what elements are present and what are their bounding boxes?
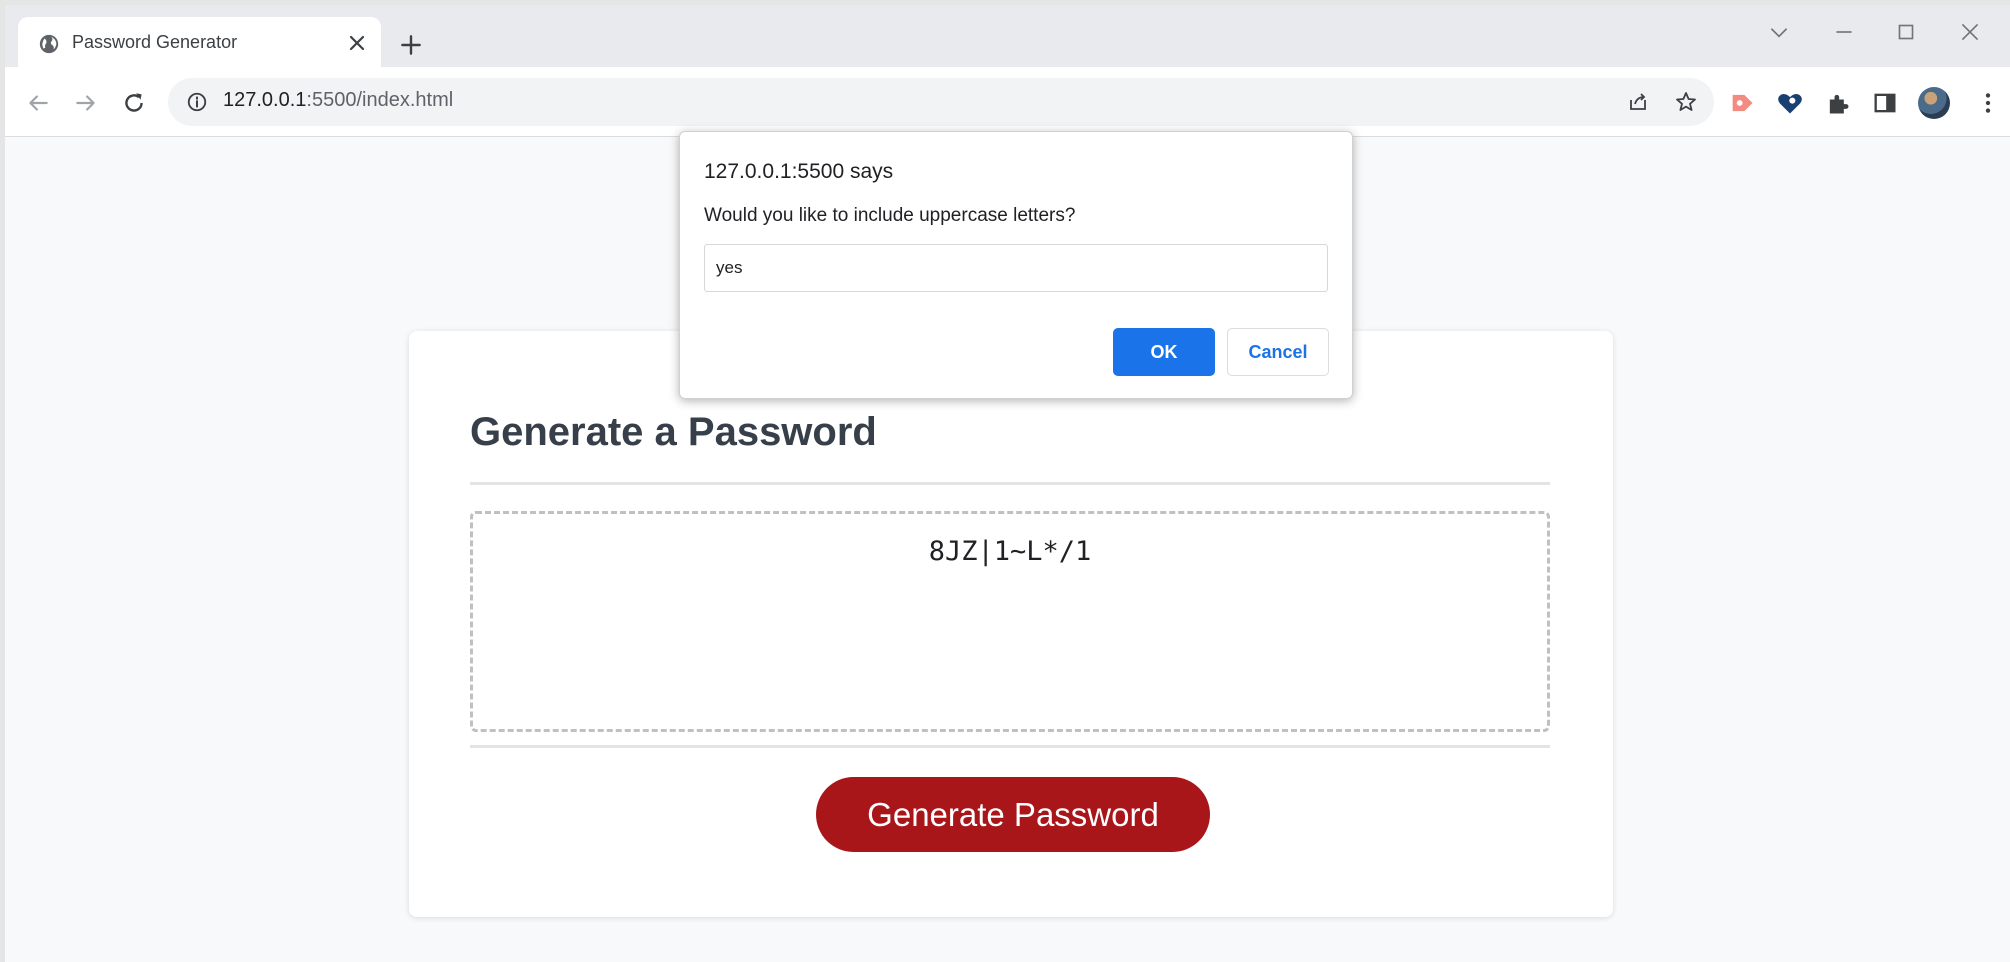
address-bar[interactable]: 127.0.0.1:5500/index.html	[168, 78, 1714, 126]
password-text: 8JZ|1~L*/1	[928, 536, 1092, 567]
dialog-input[interactable]	[704, 244, 1328, 292]
password-manager-extension-icon[interactable]	[1776, 89, 1804, 117]
side-panel-icon[interactable]	[1871, 89, 1899, 117]
profile-avatar[interactable]	[1918, 87, 1950, 119]
ok-button[interactable]: OK	[1113, 328, 1215, 376]
share-icon[interactable]	[1626, 90, 1650, 114]
reload-icon[interactable]	[121, 90, 147, 116]
generate-password-button[interactable]: Generate Password	[816, 777, 1210, 852]
close-icon[interactable]	[345, 31, 369, 55]
new-tab-icon[interactable]	[398, 32, 424, 58]
url-host: 127.0.0.1	[223, 89, 307, 111]
back-icon[interactable]	[25, 90, 51, 116]
header-divider	[470, 482, 1550, 485]
site-info-icon[interactable]	[186, 91, 208, 113]
maximize-icon[interactable]	[1893, 19, 1919, 45]
forward-icon[interactable]	[73, 90, 99, 116]
password-card: Generate a Password 8JZ|1~L*/1 Generate …	[409, 331, 1613, 917]
tab-title: Password Generator	[72, 32, 238, 52]
tab-strip: Password Generator	[5, 5, 2010, 69]
globe-icon	[39, 34, 59, 54]
url-path: :5500/index.html	[306, 89, 454, 111]
browser-window: Password Generator 127.0.0.1:5500/index.…	[5, 5, 2010, 962]
cancel-button[interactable]: Cancel	[1227, 328, 1329, 376]
url-text[interactable]: 127.0.0.1:5500/index.html	[223, 89, 453, 112]
browser-toolbar: 127.0.0.1:5500/index.html	[5, 67, 2010, 137]
screen-recorder-extension-icon[interactable]	[1728, 89, 1756, 117]
tab-search-icon[interactable]	[1766, 19, 1792, 45]
card-title: Generate a Password	[470, 410, 877, 454]
prompt-dialog: 127.0.0.1:5500 says Would you like to in…	[679, 131, 1353, 399]
bookmark-star-icon[interactable]	[1674, 90, 1698, 114]
more-menu-icon[interactable]	[1975, 89, 2001, 117]
password-output[interactable]: 8JZ|1~L*/1	[470, 511, 1550, 732]
extensions-puzzle-icon[interactable]	[1824, 89, 1852, 117]
dialog-title: 127.0.0.1:5500 says	[704, 160, 894, 183]
minimize-icon[interactable]	[1831, 19, 1857, 45]
window-close-icon[interactable]	[1957, 19, 1983, 45]
footer-divider	[470, 745, 1550, 748]
tab-password-generator[interactable]: Password Generator	[18, 17, 381, 69]
dialog-message: Would you like to include uppercase lett…	[704, 205, 1076, 226]
